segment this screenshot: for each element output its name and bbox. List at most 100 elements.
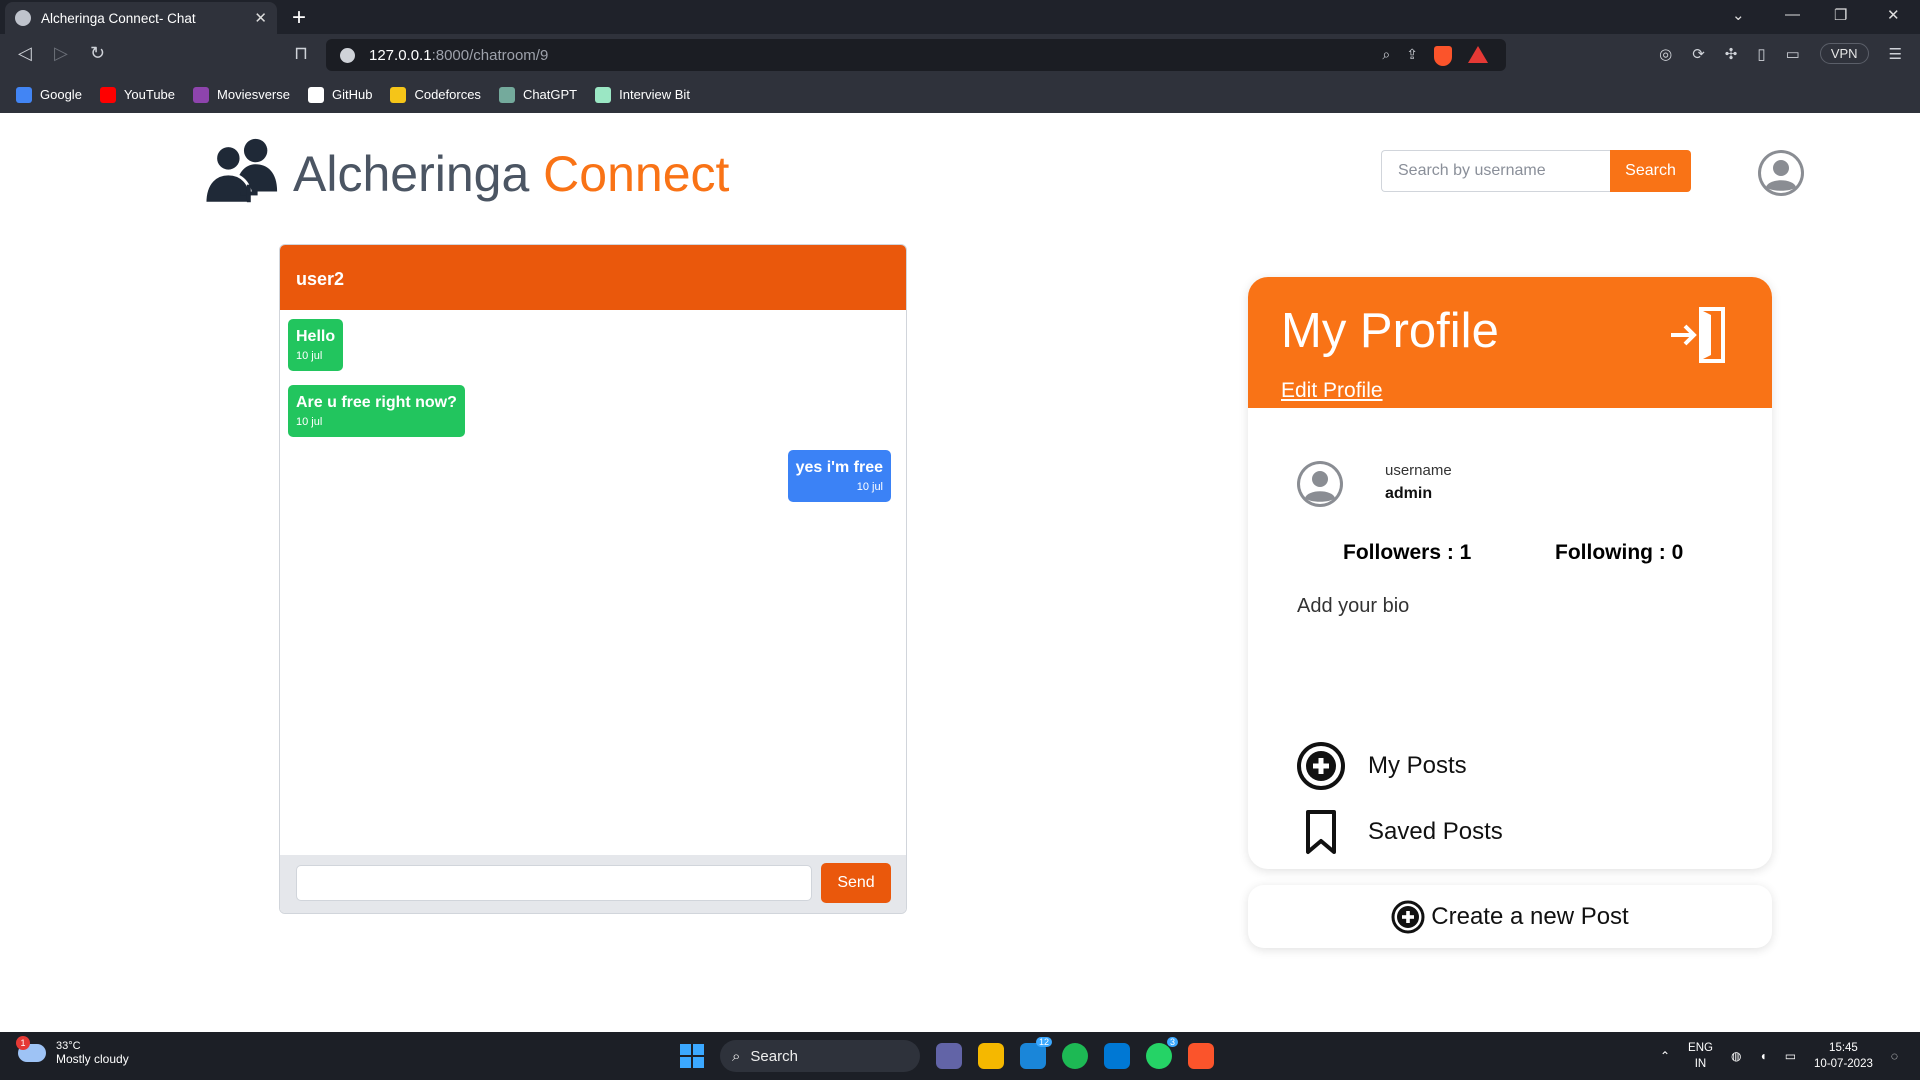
following-count[interactable]: Following : 0 <box>1555 541 1683 565</box>
clock[interactable]: 15:45 10-07-2023 <box>1814 1040 1873 1072</box>
site-info-icon[interactable] <box>340 47 355 63</box>
vpn-button[interactable]: VPN <box>1819 43 1869 64</box>
weather-badge: 1 <box>16 1036 30 1050</box>
bookmark-item[interactable]: Codeforces <box>390 86 481 103</box>
bio-text: Add your bio <box>1297 595 1410 617</box>
username-search-input[interactable] <box>1381 150 1610 192</box>
close-tab-icon[interactable]: ✕ <box>254 9 267 27</box>
browser-tab[interactable]: Alcheringa Connect- Chat ✕ <box>5 2 277 34</box>
sidebar-icon[interactable]: ▯ <box>1757 45 1765 63</box>
language-indicator[interactable]: ENG IN <box>1688 1040 1713 1072</box>
bookmark-label: Moviesverse <box>217 87 290 102</box>
wallet-icon[interactable]: ▭ <box>1786 45 1800 63</box>
tab-title: Alcheringa Connect- Chat <box>41 10 196 26</box>
bookmark-label: Interview Bit <box>619 87 690 102</box>
volume-icon[interactable]: ◖ <box>1759 1049 1766 1063</box>
minimize-icon[interactable]: — <box>1785 6 1800 23</box>
brave-shields-icon[interactable] <box>1434 46 1452 66</box>
interviewbit-icon <box>595 86 612 103</box>
chatgpt-icon <box>498 86 515 103</box>
plus-circle-icon <box>1297 742 1345 790</box>
share-icon[interactable]: ⇪ <box>1406 46 1418 66</box>
users-logo-icon <box>203 138 278 205</box>
brave-rewards-icon[interactable] <box>1468 46 1488 63</box>
window-close-icon[interactable]: ✕ <box>1887 6 1900 24</box>
bookmark-item[interactable]: Moviesverse <box>193 86 290 103</box>
send-button[interactable]: Send <box>821 863 891 903</box>
maximize-icon[interactable]: ❐ <box>1834 6 1847 24</box>
taskbar-search[interactable]: ⌕ Search <box>720 1040 920 1072</box>
battery-icon[interactable]: ▭ <box>1785 1049 1796 1063</box>
menu-icon[interactable]: ☰ <box>1889 45 1902 63</box>
weather-widget[interactable]: 1 33°C Mostly cloudy <box>16 1036 129 1066</box>
whatsapp-icon[interactable]: 3 <box>1146 1037 1178 1069</box>
message-time: 10 jul <box>296 416 323 428</box>
bookmark-label: Google <box>40 87 82 102</box>
network-icon[interactable]: ◍ <box>1731 1049 1741 1063</box>
mail-icon[interactable]: 12 <box>1020 1037 1052 1069</box>
saved-posts-link[interactable]: Saved Posts <box>1296 807 1503 857</box>
message-input[interactable] <box>296 865 812 901</box>
extensions-icon[interactable]: ✣ <box>1725 45 1738 63</box>
chat-window: user2 Hello 10 jul Are u free right now?… <box>279 244 907 914</box>
bookmark-label: Codeforces <box>414 87 481 102</box>
reload-icon[interactable]: ↻ <box>90 43 105 64</box>
clock-time: 15:45 <box>1829 1042 1858 1054</box>
user-avatar-icon[interactable] <box>1757 149 1805 197</box>
new-tab-icon[interactable]: + <box>292 4 306 32</box>
bookmark-item[interactable]: Interview Bit <box>595 86 690 103</box>
zoom-icon[interactable]: ⌕ <box>1382 46 1390 66</box>
codeforces-icon <box>390 86 407 103</box>
bookmark-item[interactable]: GitHub <box>307 86 373 103</box>
chat-header: user2 <box>280 245 906 310</box>
bookmark-label: ChatGPT <box>522 87 578 102</box>
forward-icon[interactable]: ▷ <box>54 43 68 64</box>
bookmark-item[interactable]: Google <box>16 86 82 103</box>
chevron-up-icon[interactable]: ⌃ <box>1660 1049 1670 1063</box>
url-host: 127.0.0.1 <box>369 46 432 64</box>
my-posts-link[interactable]: My Posts <box>1296 741 1467 791</box>
username-label: username <box>1385 462 1452 479</box>
tab-search-icon[interactable]: ⌄ <box>1732 6 1745 24</box>
moviesverse-icon <box>193 86 210 103</box>
browser-tab-bar: Alcheringa Connect- Chat ✕ + ⌄ — ❐ ✕ <box>0 0 1920 34</box>
profile-avatar-icon <box>1297 461 1343 507</box>
github-icon <box>307 86 324 103</box>
site-logo[interactable]: Alcheringa Connect <box>293 145 729 203</box>
bookmark-item[interactable]: ChatGPT <box>498 86 578 103</box>
message-outgoing: yes i'm free 10 jul <box>787 450 891 502</box>
cloud-icon: 1 <box>16 1036 46 1062</box>
taskbar: 1 33°C Mostly cloudy ⌕ Search 12 3 ⌃ ENG… <box>0 1032 1920 1080</box>
back-icon[interactable]: ◁ <box>18 43 32 64</box>
followers-count[interactable]: Followers : 1 <box>1343 541 1471 565</box>
edit-profile-link[interactable]: Edit Profile <box>1281 379 1383 403</box>
bookmark-item[interactable]: YouTube <box>99 86 175 103</box>
taskbar-search-label: Search <box>750 1047 798 1065</box>
language-code: ENG <box>1688 1042 1713 1054</box>
address-bar[interactable]: 127.0.0.1 :8000/chatroom/9 ⌕ ⇪ <box>326 39 1506 71</box>
my-posts-label: My Posts <box>1368 752 1467 779</box>
logo-text-primary: Alcheringa <box>293 146 544 202</box>
bookmarks-bar: Google YouTube Moviesverse GitHub Codeforces… <box>0 76 1920 113</box>
temperature: 33°C <box>56 1040 81 1052</box>
leo-icon[interactable]: ◎ <box>1659 45 1672 63</box>
google-icon <box>16 86 32 103</box>
saved-posts-label: Saved Posts <box>1368 818 1503 845</box>
teams-icon[interactable] <box>936 1043 962 1069</box>
logo-text-accent: Connect <box>543 146 730 202</box>
brave-icon[interactable] <box>1188 1043 1214 1069</box>
sync-icon[interactable]: ⟳ <box>1692 45 1705 63</box>
start-icon[interactable] <box>680 1044 704 1068</box>
vscode-icon[interactable] <box>1104 1043 1130 1069</box>
logout-icon[interactable] <box>1669 305 1729 365</box>
bookmark-label: GitHub <box>331 87 373 102</box>
region-code: IN <box>1694 1058 1707 1070</box>
bookmark-icon[interactable]: ⊓ <box>294 43 308 64</box>
create-post-button[interactable]: Create a new Post <box>1248 885 1772 948</box>
spotify-icon[interactable] <box>1062 1043 1088 1069</box>
message-incoming: Hello 10 jul <box>288 319 344 371</box>
clock-date: 10-07-2023 <box>1814 1058 1873 1070</box>
notification-icon[interactable]: ◌ <box>1891 1049 1898 1063</box>
search-button[interactable]: Search <box>1610 150 1691 192</box>
file-explorer-icon[interactable] <box>978 1043 1004 1069</box>
